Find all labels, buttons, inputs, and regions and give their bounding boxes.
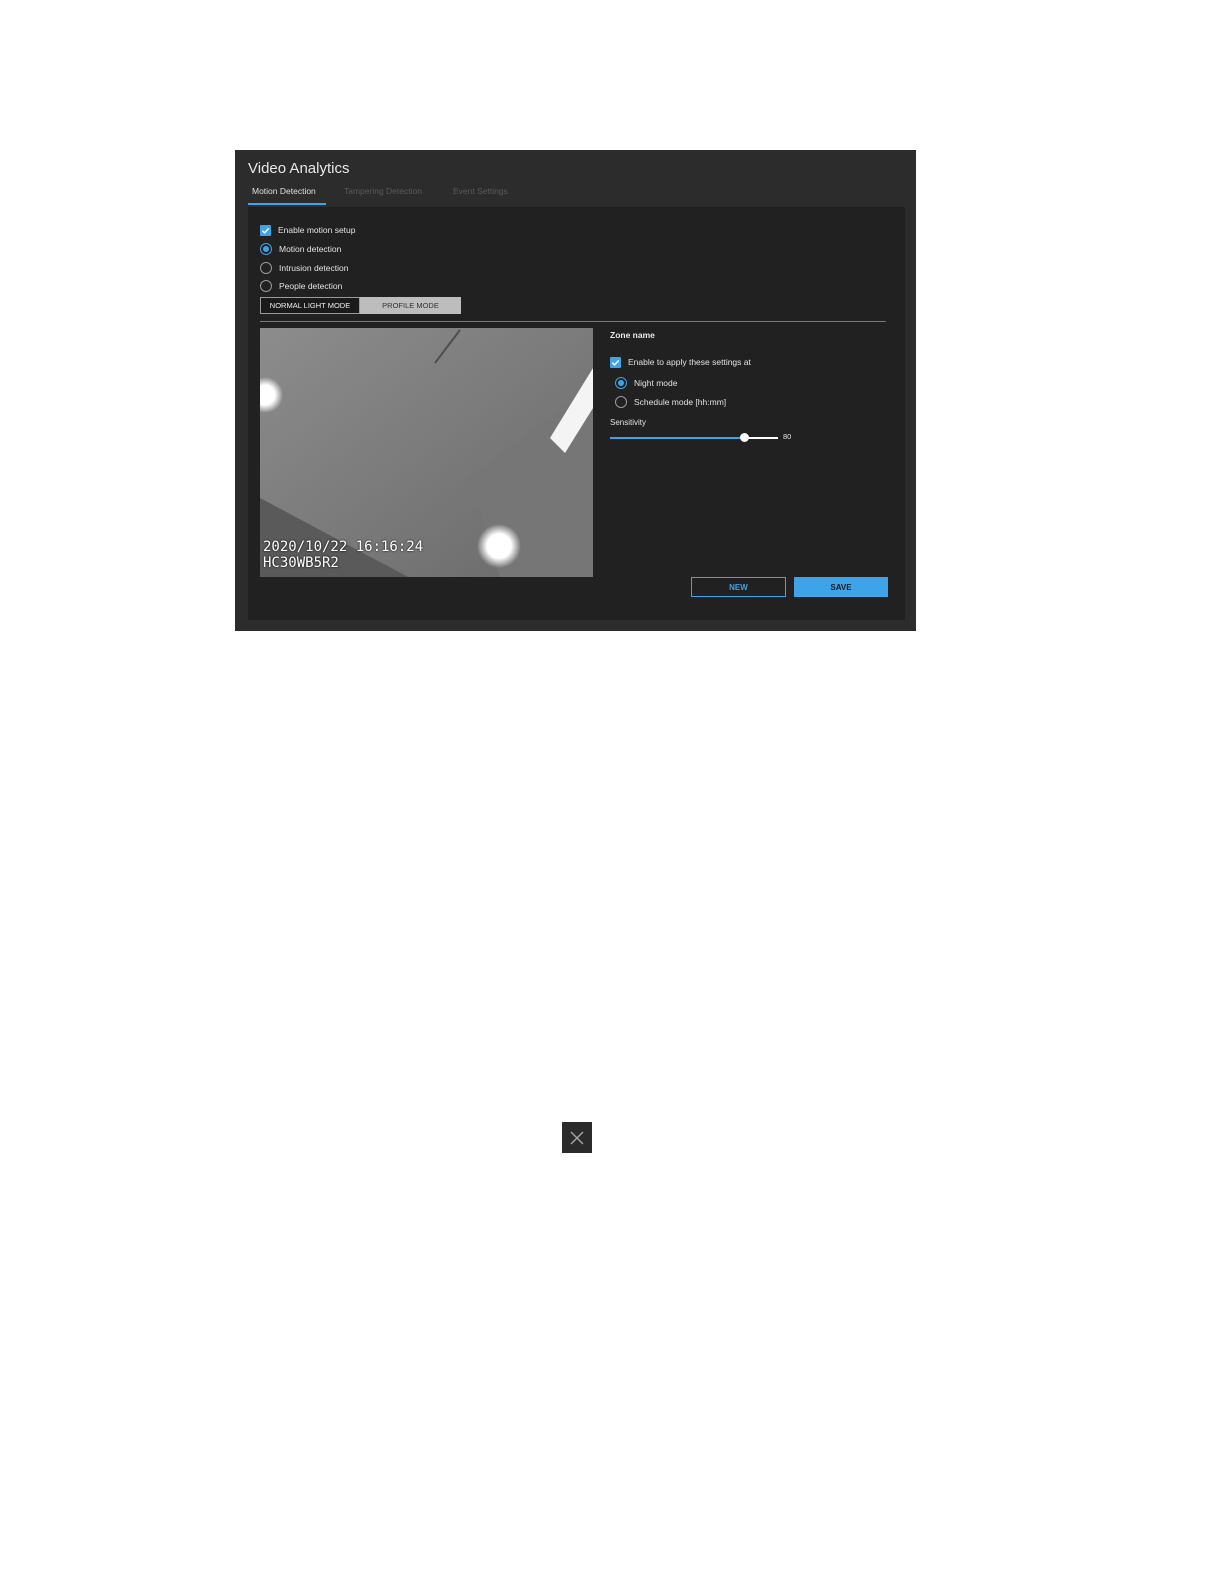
sensitivity-slider[interactable] [610,432,778,444]
active-tab-indicator [248,203,326,205]
schedule-mode-radio[interactable] [615,396,627,408]
profile-mode-button[interactable]: PROFILE MODE [360,297,461,314]
apply-settings-label: Enable to apply these settings at [628,357,751,367]
window-title: Video Analytics [248,160,350,177]
new-button[interactable]: NEW [691,577,786,597]
night-mode-option[interactable]: Night mode [615,376,677,390]
video-camera-id: HC30WB5R2 [263,555,339,571]
apply-settings-option[interactable]: Enable to apply these settings at [610,355,751,369]
enable-motion-setup-checkbox[interactable] [260,224,271,236]
sensitivity-value: 80 [783,432,792,441]
check-icon [261,227,270,234]
people-detection-option[interactable]: People detection [260,279,342,293]
people-detection-radio[interactable] [260,280,272,292]
sensitivity-track-fill [610,437,744,439]
people-detection-label: People detection [279,281,343,291]
tab-tampering-detection[interactable]: Tampering Detection [344,186,422,196]
sensitivity-track [744,437,778,439]
enable-motion-setup-label: Enable motion setup [278,225,356,235]
intrusion-detection-label: Intrusion detection [279,263,349,273]
motion-detection-label: Motion detection [279,244,342,254]
sensitivity-label: Sensitivity [610,418,647,427]
check-icon [611,359,620,366]
schedule-mode-option[interactable]: Schedule mode [hh:mm] [615,395,726,409]
intrusion-detection-radio[interactable] [260,262,272,274]
normal-light-mode-button[interactable]: NORMAL LIGHT MODE [260,297,360,314]
save-button[interactable]: SAVE [794,577,888,597]
night-mode-radio[interactable] [615,377,627,389]
close-button[interactable] [562,1122,592,1153]
camera-live-view[interactable]: 2020/10/22 16:16:24 HC30WB5R2 [260,328,593,577]
intrusion-detection-option[interactable]: Intrusion detection [260,261,348,275]
tab-motion-detection[interactable]: Motion Detection [252,186,316,196]
video-analytics-window: Video Analytics Motion Detection Tamperi… [235,150,916,631]
video-osd-overlay: 2020/10/22 16:16:24 HC30WB5R2 [263,539,423,571]
schedule-mode-label: Schedule mode [hh:mm] [634,397,727,407]
motion-detection-radio[interactable] [260,243,272,255]
close-icon [570,1131,584,1144]
tab-event-settings[interactable]: Event Settings [453,186,508,196]
apply-settings-checkbox[interactable] [610,356,621,368]
motion-detection-option[interactable]: Motion detection [260,242,341,256]
section-divider [260,321,886,322]
motion-detection-panel: Enable motion setup Motion detection Int… [248,207,905,620]
sensitivity-slider-thumb[interactable] [740,433,749,442]
video-timestamp: 2020/10/22 16:16:24 [263,539,424,555]
zone-name-title: Zone name [610,330,655,340]
night-mode-label: Night mode [634,378,678,388]
enable-motion-setup-option[interactable]: Enable motion setup [260,223,356,237]
